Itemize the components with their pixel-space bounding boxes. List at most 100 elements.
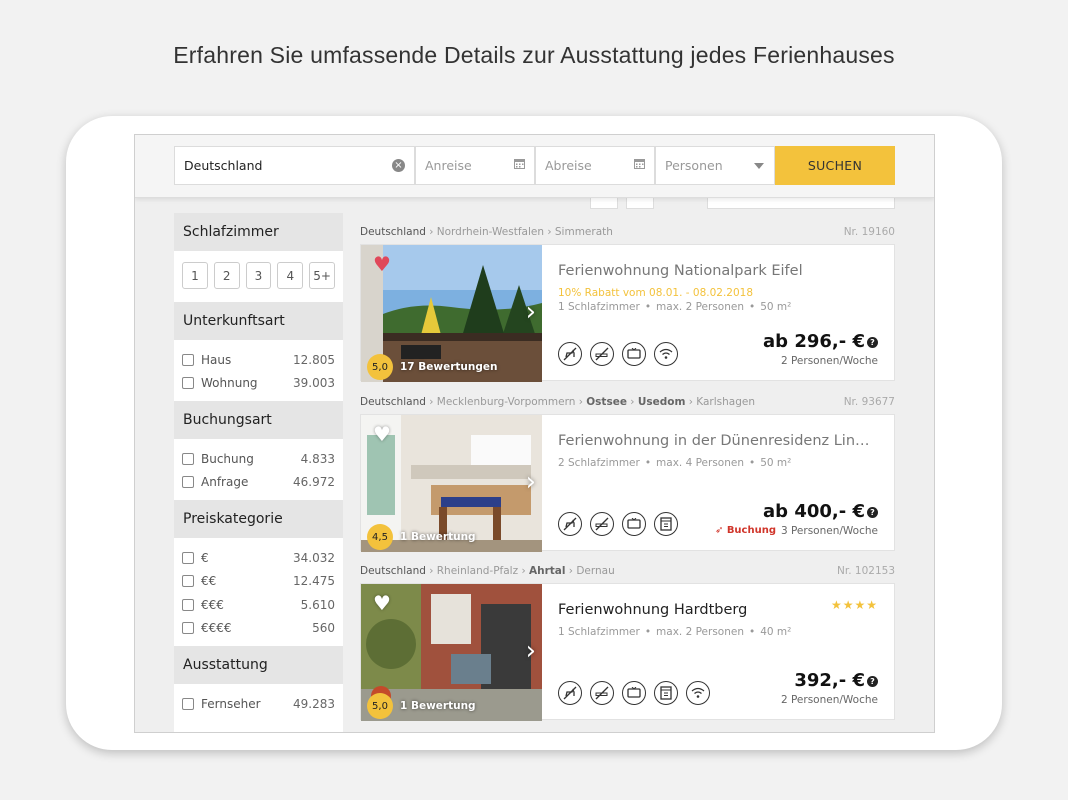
listing-photo[interactable]: ♥ › 5,0 1 Bewertung [361, 584, 542, 721]
breadcrumb-item[interactable]: Dernau [576, 565, 614, 577]
checkbox[interactable] [182, 377, 194, 390]
no-smoking-icon [590, 512, 614, 536]
filter-option[interactable]: €34.032 [182, 546, 335, 570]
amenity-icons [558, 512, 678, 536]
listing-price: ab 400,- €? [763, 501, 878, 522]
checkbox[interactable] [182, 697, 194, 710]
bedroom-chip-2[interactable]: 2 [213, 262, 240, 289]
filter-option[interactable]: Haus 12.805 [182, 348, 335, 372]
listing-photo[interactable]: ♥ › 5,0 17 Bewertungen [361, 245, 542, 382]
filter-option[interactable]: Buchung 4.833 [182, 447, 335, 471]
filter-option[interactable]: Anfrage 46.972 [182, 471, 335, 495]
bedroom-chip-3[interactable]: 3 [245, 262, 272, 289]
calendar-icon [634, 158, 645, 172]
listing-title[interactable]: Ferienwohnung in der Dünenresidenz Linde… [558, 433, 878, 449]
help-icon[interactable]: ? [867, 506, 878, 518]
bedroom-chip-1[interactable]: 1 [182, 262, 208, 289]
checkbox[interactable] [182, 476, 194, 489]
rating-badge: 5,0 [369, 695, 391, 717]
promo-text: 10% Rabatt vom 08.01. - 08.02.2018 [558, 287, 754, 299]
bedroom-chip-5plus[interactable]: 5+ [309, 262, 335, 289]
breadcrumb-item[interactable]: Rheinland-Pfalz [437, 565, 518, 577]
area-size: 50 m² [760, 301, 792, 313]
filter-heading-amenities: Ausstattung [174, 646, 343, 684]
breadcrumb-item[interactable]: Usedom [638, 396, 686, 408]
breadcrumb: Deutschland › Mecklenburg-Vorpommern › O… [360, 396, 755, 408]
filter-count: 560 [312, 621, 335, 636]
destination-value: Deutschland [184, 158, 263, 173]
filter-heading-booking: Buchungsart [174, 401, 343, 439]
arrival-field[interactable]: Anreise [415, 146, 535, 185]
checkbox[interactable] [182, 622, 194, 635]
checkbox[interactable] [182, 575, 194, 588]
bedroom-chip-4[interactable]: 4 [277, 262, 304, 289]
listing-price: 392,- €? [794, 670, 878, 691]
filter-count: 49.283 [293, 696, 335, 711]
breadcrumb: Deutschland › Rheinland-Pfalz › Ahrtal ›… [360, 565, 615, 577]
favorite-heart-icon[interactable]: ♥ [373, 591, 391, 615]
review-count[interactable]: 17 Bewertungen [400, 361, 497, 373]
listing-card[interactable]: ♥ › 4,5 1 Bewertung Ferienwohnung in der… [360, 414, 895, 552]
filter-label: Buchung [201, 451, 254, 466]
checkbox[interactable] [182, 598, 194, 611]
review-count[interactable]: 1 Bewertung [400, 700, 476, 712]
price-note: 2 Personen/Woche [780, 355, 878, 367]
arrival-placeholder: Anreise [425, 158, 472, 173]
listing-title[interactable]: Ferienwohnung Nationalpark Eifel [558, 263, 878, 279]
clear-icon[interactable]: × [392, 159, 405, 172]
filter-option[interactable]: €€ 12.475 [182, 570, 335, 594]
headline: Erfahren Sie umfassende Details zur Auss… [173, 42, 895, 68]
instant-booking-badge: ➶ Buchung [715, 525, 776, 536]
favorite-heart-icon[interactable]: ♥ [373, 422, 391, 446]
persons-select[interactable]: Personen [655, 146, 775, 185]
price-note: 2 Personen/Woche [780, 694, 878, 706]
breadcrumb-item[interactable]: Deutschland [360, 565, 426, 577]
listing-photo[interactable]: ♥ › 4,5 1 Bewertung [361, 415, 542, 552]
filter-count: 46.972 [293, 475, 335, 490]
breadcrumb-item[interactable]: Nordrhein-Westfalen [437, 226, 544, 238]
wifi-icon [654, 342, 678, 366]
filter-option[interactable]: €€€ 5.610 [182, 593, 335, 617]
listing-specs: 1 Schlafzimmer • max. 2 Personen • 50 m² [558, 301, 792, 313]
filter-sidebar: Schlafzimmer 1 2 3 4 5+ Unterkunftsart H… [174, 213, 343, 732]
breadcrumb-item[interactable]: Simmerath [555, 226, 613, 238]
listing-card[interactable]: ♥ › 5,0 1 Bewertung Ferienwohnung Hardtb… [360, 583, 895, 721]
person-count: max. 4 Personen [656, 457, 744, 469]
breadcrumb-item[interactable]: Deutschland [360, 396, 426, 408]
price-value: ab 400,- € [763, 501, 865, 522]
breadcrumb-item[interactable]: Ostsee [586, 396, 627, 408]
filter-count: 4.833 [300, 451, 335, 466]
breadcrumb-item[interactable]: Ahrtal [529, 565, 565, 577]
favorite-heart-icon[interactable]: ♥ [373, 252, 391, 276]
breadcrumb-item[interactable]: Mecklenburg-Vorpommern [437, 396, 576, 408]
departure-field[interactable]: Abreise [535, 146, 655, 185]
filter-count: 12.805 [293, 352, 335, 367]
breadcrumb-item[interactable]: Deutschland [360, 226, 426, 238]
filter-option[interactable]: €€€€ 560 [182, 617, 335, 641]
checkbox[interactable] [182, 551, 194, 564]
help-icon[interactable]: ? [867, 675, 878, 687]
chevron-right-icon[interactable]: › [526, 636, 536, 666]
checkbox[interactable] [182, 452, 194, 465]
search-button[interactable]: SUCHEN [775, 146, 895, 185]
checkbox[interactable] [182, 353, 194, 366]
chevron-right-icon[interactable]: › [526, 467, 536, 497]
bedroom-count: 2 Schlafzimmer [558, 457, 640, 469]
review-count[interactable]: 1 Bewertung [400, 531, 476, 543]
area-size: 50 m² [760, 457, 792, 469]
calendar-icon [514, 158, 525, 172]
listing-number: Nr. 102153 [837, 565, 895, 577]
help-icon[interactable]: ? [867, 336, 878, 348]
filter-option[interactable]: Fernseher 49.283 [182, 692, 335, 716]
rating-badge: 4,5 [369, 526, 391, 548]
listing-card[interactable]: ♥ › 5,0 17 Bewertungen Ferienwohnung Nat… [360, 244, 895, 382]
no-pets-icon [558, 512, 582, 536]
filter-option[interactable]: Wohnung 39.003 [182, 372, 335, 396]
breadcrumb-item[interactable]: Karlshagen [696, 396, 755, 408]
chevron-right-icon[interactable]: › [526, 297, 536, 327]
listing-number: Nr. 93677 [843, 396, 895, 408]
wifi-icon [686, 681, 710, 705]
destination-field[interactable]: Deutschland × [174, 146, 415, 185]
departure-placeholder: Abreise [545, 158, 592, 173]
listing-price: ab 296,- €? [763, 331, 878, 352]
